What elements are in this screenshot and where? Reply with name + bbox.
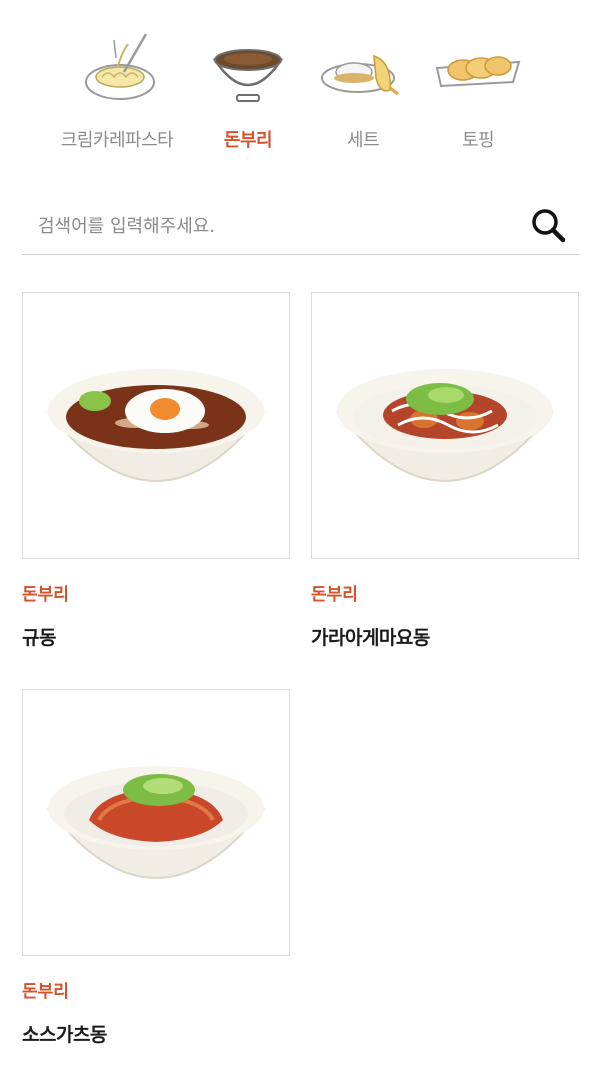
- tab-set[interactable]: 세트: [298, 22, 428, 152]
- search-input[interactable]: [36, 206, 510, 246]
- product-image-karaage-mayo-don[interactable]: [311, 292, 579, 559]
- tab-label: 크림카레파스타: [60, 130, 174, 151]
- search-icon: [532, 209, 566, 243]
- product-card[interactable]: 돈부리 소스가츠동: [22, 689, 290, 1046]
- rice-bowl-icon: [212, 49, 284, 102]
- product-category: 돈부리: [22, 982, 69, 1002]
- tab-label: 돈부리: [223, 130, 273, 151]
- product-category: 돈부리: [22, 585, 69, 605]
- product-card[interactable]: 돈부리 가라아게마요동: [311, 292, 579, 649]
- tab-label: 토핑: [461, 130, 495, 151]
- set-meal-icon: [321, 54, 399, 96]
- product-name[interactable]: 가라아게마요동: [311, 623, 430, 650]
- tab-topping[interactable]: 토핑: [413, 22, 543, 152]
- topping-icon: [435, 56, 521, 88]
- product-name[interactable]: 규동: [22, 623, 56, 650]
- tab-cream-curry-pasta[interactable]: 크림카레파스타: [52, 22, 182, 152]
- product-name[interactable]: 소스가츠동: [22, 1020, 107, 1047]
- tab-donburi[interactable]: 돈부리: [183, 22, 313, 152]
- product-category: 돈부리: [311, 585, 358, 605]
- product-image-gyudon[interactable]: [22, 292, 290, 559]
- search-bar: [22, 198, 579, 255]
- product-image-sauce-katsudon[interactable]: [22, 689, 290, 956]
- pasta-icon: [85, 33, 155, 100]
- search-button[interactable]: [529, 206, 569, 246]
- tab-label: 세트: [346, 130, 380, 151]
- product-card[interactable]: 돈부리 규동: [22, 292, 290, 649]
- category-tabs: 크림카레파스타 돈부리 세트 토핑: [0, 0, 600, 160]
